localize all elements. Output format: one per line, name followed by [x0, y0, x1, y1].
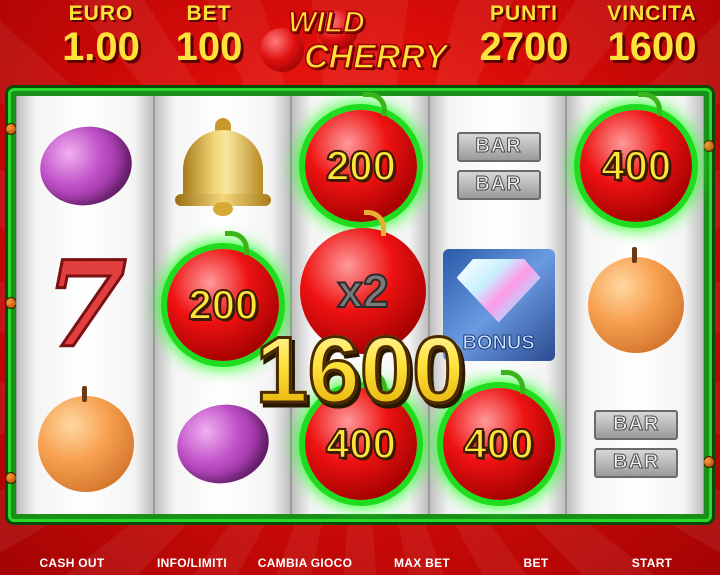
- reel-cell: [567, 235, 705, 374]
- start-button[interactable]: START: [620, 556, 684, 570]
- cherry-win-value: 400: [463, 419, 535, 468]
- reel-cell: [17, 374, 155, 513]
- reel-cell: 200: [292, 91, 430, 235]
- plum-icon: [32, 117, 139, 214]
- cherry-icon: 200: [304, 91, 417, 222]
- bar-label: BAR: [456, 169, 541, 200]
- multiplier-text: x2: [336, 264, 389, 318]
- cherry-icon: 400: [580, 91, 693, 222]
- orange-icon: [588, 246, 685, 353]
- orange-icon: [37, 385, 134, 492]
- reel-cell: [17, 96, 155, 235]
- bonus-label: BONUS: [462, 331, 535, 354]
- cherry-win-value: 200: [187, 280, 259, 329]
- win-display: VINCITA 1600: [590, 2, 714, 68]
- cherry-win-value: 400: [325, 419, 397, 468]
- euro-label: EURO: [68, 2, 134, 25]
- reel-cell: 400: [567, 91, 705, 235]
- double-bar-icon: BAR BAR: [594, 409, 679, 478]
- logo-wild-text: WILD: [287, 5, 365, 40]
- bet-value: 100: [175, 25, 243, 69]
- points-label: PUNTI: [490, 2, 558, 25]
- bet-display: BET 100: [166, 2, 252, 68]
- euro-value: 1.00: [62, 25, 140, 69]
- bet-button[interactable]: BET: [510, 556, 562, 570]
- total-win-amount: 1600: [236, 320, 484, 419]
- reel-cell: 7: [17, 235, 155, 374]
- reel-2: 200: [153, 96, 293, 514]
- bet-label: BET: [186, 2, 232, 25]
- bar-label: BAR: [456, 131, 541, 162]
- reel-5: 400 BAR BAR: [566, 91, 705, 514]
- info-limits-button[interactable]: INFO/LIMITI: [144, 556, 240, 570]
- reel-cell: BAR BAR: [430, 96, 568, 235]
- reel-cell: BAR BAR: [567, 374, 705, 513]
- reel-cell: [155, 96, 293, 235]
- max-bet-button[interactable]: MAX BET: [380, 556, 464, 570]
- bell-icon: [175, 114, 272, 218]
- reel-1: 7: [16, 96, 154, 514]
- wild-cherry-logo: WILD CHERRY: [258, 4, 448, 84]
- change-game-button[interactable]: CAMBIA GIOCO: [250, 556, 360, 570]
- cherry-win-value: 200: [325, 141, 397, 190]
- points-value: 2700: [479, 25, 569, 69]
- win-value: 1600: [607, 25, 697, 69]
- bar-label: BAR: [594, 409, 679, 440]
- top-bar: EURO 1.00 BET 100 WILD CHERRY PUNTI 2700…: [0, 0, 720, 88]
- bar-label: BAR: [594, 447, 679, 478]
- double-bar-icon: BAR BAR: [456, 131, 541, 200]
- logo-cherry-text: CHERRY: [303, 37, 447, 77]
- cash-out-button[interactable]: CASH OUT: [30, 556, 114, 570]
- cherry-win-value: 400: [600, 141, 672, 190]
- euro-display: EURO 1.00: [48, 2, 154, 68]
- win-label: VINCITA: [607, 2, 697, 25]
- bottom-button-bar: CASH OUT INFO/LIMITI CAMBIA GIOCO MAX BE…: [0, 552, 720, 575]
- seven-icon: 7: [43, 234, 128, 374]
- reel-4: BAR BAR BONUS 400: [428, 96, 568, 514]
- points-display: PUNTI 2700: [466, 2, 582, 68]
